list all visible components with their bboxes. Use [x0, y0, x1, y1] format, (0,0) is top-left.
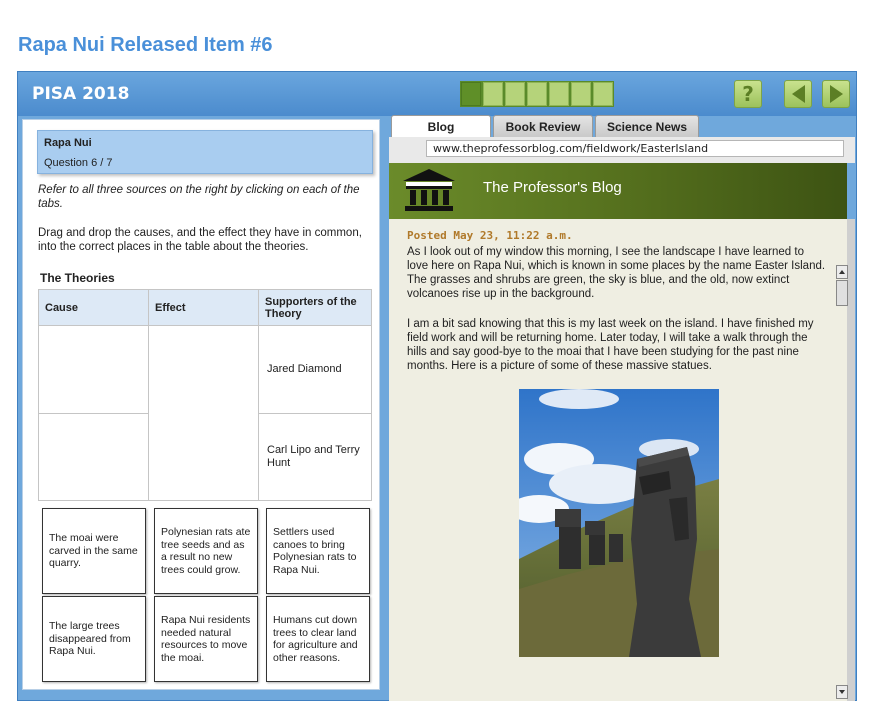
column-header-cause: Cause: [39, 290, 149, 326]
supporter-jared-diamond: Jared Diamond: [259, 326, 371, 414]
drop-zone-effect[interactable]: [149, 326, 259, 500]
tab-book-review[interactable]: Book Review: [493, 115, 593, 137]
scroll-down-button[interactable]: [836, 685, 848, 699]
drag-card[interactable]: The moai were carved in the same quarry.: [42, 508, 146, 594]
question-panel: Rapa Nui Question 6 / 7 Refer to all thr…: [22, 119, 380, 690]
drag-card[interactable]: Polynesian rats ate tree seeds and as a …: [154, 508, 258, 594]
page-title: Rapa Nui Released Item #6: [18, 34, 273, 56]
unit-title: Rapa Nui: [44, 137, 92, 149]
question-header: Rapa Nui Question 6 / 7: [37, 130, 373, 174]
progress-segment: [483, 82, 503, 106]
scrollbar-track[interactable]: [847, 219, 855, 701]
blog-paragraph: As I look out of my window this morning,…: [407, 246, 826, 300]
progress-segment: [593, 82, 613, 106]
progress-segment: [549, 82, 569, 106]
question-mark-icon: ?: [742, 82, 754, 106]
supporter-lipo-hunt: Carl Lipo and Terry Hunt: [267, 444, 360, 469]
arrow-left-icon: [791, 85, 805, 103]
blog-paragraph: I am a bit sad knowing that this is my l…: [407, 318, 814, 372]
arrow-up-icon: [839, 270, 845, 274]
tab-blog[interactable]: Blog: [391, 115, 491, 137]
table-title: The Theories: [40, 271, 115, 285]
drag-card[interactable]: Humans cut down trees to clear land for …: [266, 596, 370, 682]
drop-zone-cause-1[interactable]: [39, 326, 149, 414]
progress-indicator: [460, 81, 614, 107]
drag-card[interactable]: The large trees disappeared from Rapa Nu…: [42, 596, 146, 682]
test-frame: PISA 2018 ? Rapa Nui Question 6 / 7 Refe…: [17, 71, 857, 701]
blog-title: The Professor's Blog: [483, 179, 622, 196]
progress-segment-current: [461, 82, 481, 106]
progress-segment: [505, 82, 525, 106]
building-columns-icon: [403, 169, 455, 211]
drag-card[interactable]: Rapa Nui residents needed natural resour…: [154, 596, 258, 682]
scrollbar-thumb[interactable]: [836, 280, 848, 306]
question-number: Question 6 / 7: [44, 157, 113, 169]
blog-header: The Professor's Blog: [389, 163, 847, 219]
moai-photo: [519, 389, 719, 657]
tab-science-news[interactable]: Science News: [595, 115, 699, 137]
drop-zone-cause-2[interactable]: [39, 414, 149, 500]
drag-card[interactable]: Settlers used canoes to bring Polynesian…: [266, 508, 370, 594]
theories-table: Cause Effect Supporters of the Theory Ja…: [38, 289, 372, 501]
column-header-supporters: Supporters of the Theory: [259, 290, 371, 326]
post-timestamp: Posted May 23, 11:22 a.m.: [407, 229, 573, 242]
url-field: www.theprofessorblog.com/fieldwork/Easte…: [426, 140, 844, 157]
source-panel: Blog Book Review Science News www.thepro…: [389, 115, 855, 701]
top-bar: PISA 2018 ?: [18, 72, 856, 116]
instruction-drag-drop: Drag and drop the causes, and the effect…: [38, 227, 362, 253]
previous-button[interactable]: [784, 80, 812, 108]
progress-segment: [571, 82, 591, 106]
blog-body: Posted May 23, 11:22 a.m. As I look out …: [389, 219, 847, 701]
moai-photo-image: [519, 389, 719, 657]
arrow-down-icon: [839, 690, 845, 694]
instruction-tabs: Refer to all three sources on the right …: [38, 184, 360, 210]
progress-segment: [527, 82, 547, 106]
brand-label: PISA 2018: [32, 84, 130, 104]
scroll-up-button[interactable]: [836, 265, 848, 279]
arrow-right-icon: [829, 85, 843, 103]
column-header-effect: Effect: [149, 290, 259, 326]
next-button[interactable]: [822, 80, 850, 108]
help-button[interactable]: ?: [734, 80, 762, 108]
